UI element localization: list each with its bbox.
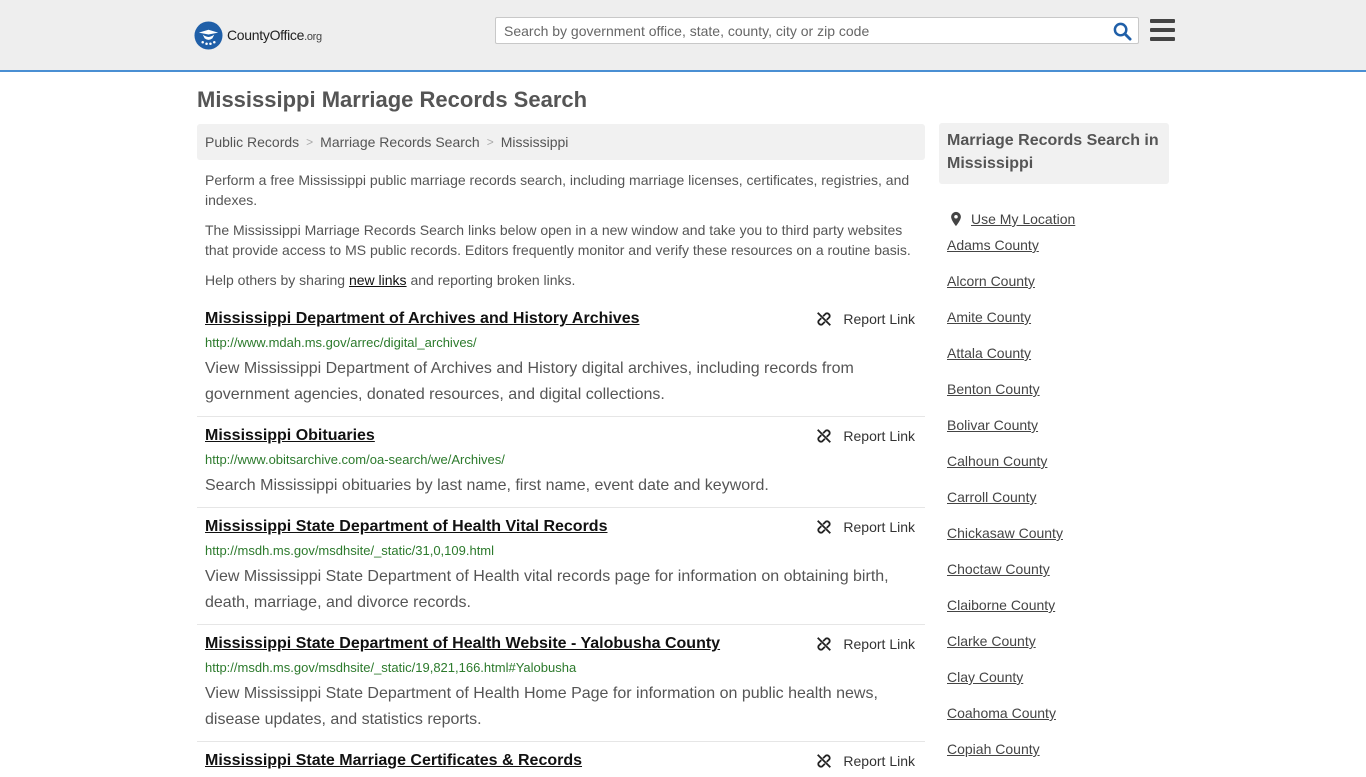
search-icon[interactable] (1113, 22, 1132, 41)
sidebar-item-county: Chickasaw County (947, 525, 1075, 561)
intro-paragraph: Help others by sharing new links and rep… (205, 272, 576, 288)
sidebar-item-county: Choctaw County (947, 561, 1075, 597)
result-url[interactable]: http://msdh.ms.gov/msdhsite/_static/19,8… (205, 660, 576, 675)
search-input[interactable] (496, 18, 1104, 43)
broken-link-icon (817, 520, 832, 534)
top-bar: CountyOffice.org (0, 0, 1366, 72)
result-item: Mississippi State Department of Health W… (197, 635, 925, 742)
broken-link-icon (817, 754, 832, 768)
sidebar-item-county: Amite County (947, 309, 1075, 345)
result-description: View Mississippi State Department of Hea… (205, 685, 878, 728)
result-title-link[interactable]: Mississippi State Department of Health W… (205, 635, 720, 653)
broken-link-icon (817, 637, 832, 651)
county-link[interactable]: Chickasaw County (947, 525, 1063, 541)
county-link[interactable]: Copiah County (947, 741, 1040, 757)
county-link[interactable]: Alcorn County (947, 273, 1035, 289)
intro-paragraph: The Mississippi Marriage Records Search … (205, 222, 911, 258)
county-link[interactable]: Amite County (947, 309, 1031, 325)
breadcrumb-current: Mississippi (500, 134, 569, 150)
broken-link-icon (817, 429, 832, 443)
county-link[interactable]: Clay County (947, 669, 1023, 685)
hamburger-menu-icon[interactable] (1150, 19, 1175, 41)
result-title-link[interactable]: Mississippi State Marriage Certificates … (205, 752, 582, 770)
county-list: Use My Location Adams County Alcorn Coun… (947, 201, 1075, 777)
county-link[interactable]: Calhoun County (947, 453, 1047, 469)
result-url[interactable]: http://www.obitsarchive.com/oa-search/we… (205, 452, 505, 467)
result-title-link[interactable]: Mississippi State Department of Health V… (205, 518, 607, 536)
result-description: View Mississippi Department of Archives … (205, 360, 854, 403)
intro-paragraph: Perform a free Mississippi public marria… (205, 172, 910, 208)
search-box (495, 17, 1139, 44)
breadcrumb: Public Records > Marriage Records Search… (197, 124, 925, 160)
county-link[interactable]: Claiborne County (947, 597, 1055, 613)
report-link-button[interactable]: Report Link (815, 752, 915, 770)
result-item: Mississippi State Marriage Certificates … (197, 752, 925, 770)
result-description: Search Mississippi obituaries by last na… (205, 477, 769, 494)
result-title-link[interactable]: Mississippi Department of Archives and H… (205, 310, 640, 328)
logo-text: CountyOffice.org (227, 27, 322, 43)
map-pin-icon (951, 211, 961, 227)
sidebar-item-county: Bolivar County (947, 417, 1075, 453)
chevron-right-icon: > (306, 135, 314, 149)
breadcrumb-marriage-records[interactable]: Marriage Records Search (320, 134, 480, 150)
result-item: Mississippi Department of Archives and H… (197, 310, 925, 417)
sidebar-item-county: Attala County (947, 345, 1075, 381)
site-logo[interactable]: CountyOffice.org (194, 20, 322, 50)
county-link[interactable]: Carroll County (947, 489, 1036, 505)
result-item: Mississippi Obituaries Report Link http:… (197, 427, 925, 508)
report-link-button[interactable]: Report Link (815, 518, 915, 536)
county-link[interactable]: Bolivar County (947, 417, 1038, 433)
report-link-button[interactable]: Report Link (815, 635, 915, 653)
breadcrumb-public-records[interactable]: Public Records (205, 134, 299, 150)
sidebar-item-county: Calhoun County (947, 453, 1075, 489)
logo-seal-icon (194, 20, 223, 50)
sidebar-item-county: Carroll County (947, 489, 1075, 525)
result-title-link[interactable]: Mississippi Obituaries (205, 427, 375, 445)
county-link[interactable]: Benton County (947, 381, 1040, 397)
report-link-button[interactable]: Report Link (815, 427, 915, 445)
sidebar-item-county: Copiah County (947, 741, 1075, 777)
page-title: Mississippi Marriage Records Search (197, 87, 588, 112)
sidebar-title: Marriage Records Search in Mississippi (939, 123, 1169, 184)
broken-link-icon (817, 312, 832, 326)
sidebar-item-county: Benton County (947, 381, 1075, 417)
result-url[interactable]: http://www.mdah.ms.gov/arrec/digital_arc… (205, 335, 477, 350)
result-description: View Mississippi State Department of Hea… (205, 568, 889, 611)
county-link[interactable]: Clarke County (947, 633, 1036, 649)
sidebar-item-county: Clarke County (947, 633, 1075, 669)
sidebar-item-county: Clay County (947, 669, 1075, 705)
sidebar-item-county: Adams County (947, 237, 1075, 273)
new-links-link[interactable]: new links (349, 272, 407, 288)
county-link[interactable]: Attala County (947, 345, 1031, 361)
result-url[interactable]: http://msdh.ms.gov/msdhsite/_static/31,0… (205, 543, 494, 558)
use-my-location-link[interactable]: Use My Location (971, 211, 1075, 227)
chevron-right-icon: > (486, 135, 494, 149)
use-my-location-item: Use My Location (947, 201, 1075, 237)
report-link-button[interactable]: Report Link (815, 310, 915, 328)
sidebar: Marriage Records Search in Mississippi U… (939, 123, 1169, 757)
sidebar-item-county: Alcorn County (947, 273, 1075, 309)
county-link[interactable]: Coahoma County (947, 705, 1056, 721)
county-link[interactable]: Choctaw County (947, 561, 1050, 577)
county-link[interactable]: Adams County (947, 237, 1039, 253)
result-item: Mississippi State Department of Health V… (197, 518, 925, 625)
sidebar-item-county: Coahoma County (947, 705, 1075, 741)
sidebar-item-county: Claiborne County (947, 597, 1075, 633)
